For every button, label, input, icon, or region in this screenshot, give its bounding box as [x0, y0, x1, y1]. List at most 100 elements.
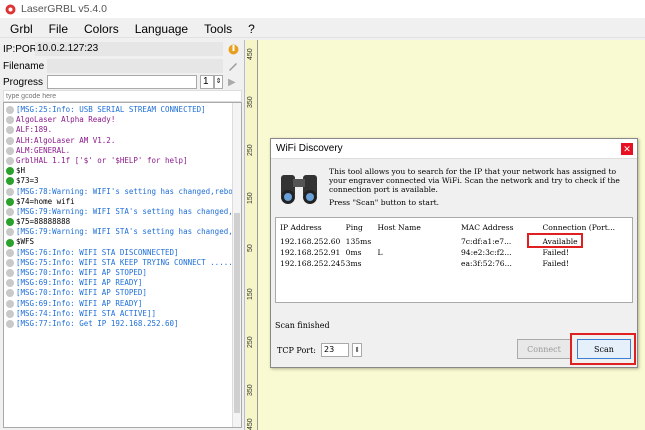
tcp-port-stepper[interactable]: ⇕ [352, 343, 362, 357]
message-icon [6, 309, 14, 318]
console-line-text: [MSG:69:Info: WIFI AP READY] [16, 298, 143, 308]
console-line: $75=88888888 [4, 217, 241, 227]
open-file-icon[interactable] [227, 60, 239, 72]
console-line-text: GrblHAL 1.1f ['$' or '$HELP' for help] [16, 155, 188, 165]
menu-tools[interactable]: Tools [204, 22, 232, 36]
connect-button[interactable]: Connect [517, 339, 571, 359]
console-log: [MSG:25:Info: USB SERIAL STREAM CONNECTE… [3, 102, 242, 428]
scrollbar-thumb[interactable] [234, 213, 240, 413]
header-ip[interactable]: IP Address [276, 222, 346, 233]
progress-bar [47, 75, 197, 89]
console-line-text: ALH:AlgoLaser AM V1.2. [16, 135, 116, 145]
menu-help[interactable]: ? [248, 22, 255, 36]
cell-ip: 192.168.252.91 [280, 248, 341, 257]
copies-input[interactable]: 1 [200, 75, 214, 89]
port-label: IP:PORT [3, 43, 43, 55]
console-line-text: [MSG:69:Info: WIFI AP READY] [16, 278, 143, 288]
console-line-text: [MSG:77:Info: Get IP 192.168.252.60] [16, 318, 179, 328]
message-icon [6, 187, 14, 196]
header-connection[interactable]: Connection (Port... [543, 222, 632, 233]
console-line: $H [4, 166, 241, 176]
scan-status: Scan finished [275, 321, 330, 330]
ruler-tick: 250 [247, 336, 254, 348]
gcode-row [3, 90, 242, 102]
gcode-input[interactable] [3, 90, 242, 102]
message-icon [6, 136, 14, 145]
copies-stepper[interactable]: ⇕ [214, 75, 223, 89]
header-host[interactable]: Host Name [377, 222, 461, 233]
message-icon [6, 320, 14, 329]
window-title: LaserGRBL v5.4.0 [21, 3, 107, 15]
vertical-ruler: 450 350 250 150 50 150 250 350 450 [246, 40, 258, 430]
console-line-text: [MSG:79:Warning: WIFI STA's setting has … [16, 227, 242, 237]
tcp-port-row: TCP Port: 23 ⇕ [277, 343, 362, 357]
console-line: $73=3 [4, 176, 241, 186]
table-row[interactable]: 192.168.252.245 3ms ea:3f:52:76... Faile… [276, 258, 632, 269]
header-ping[interactable]: Ping [346, 222, 378, 233]
connect-icon[interactable] [227, 43, 240, 56]
menu-file[interactable]: File [49, 22, 68, 36]
check-icon [6, 167, 14, 176]
console-line: $WFS [4, 237, 241, 247]
menu-bar: Grbl File Colors Language Tools ? [0, 20, 645, 38]
console-line: GrblHAL 1.1f ['$' or '$HELP' for help] [4, 156, 241, 166]
run-icon[interactable]: ▶ [228, 77, 236, 88]
message-icon [6, 116, 14, 125]
console-line: ALM:GENERAL. [4, 146, 241, 156]
menu-colors[interactable]: Colors [84, 22, 119, 36]
cell-ping: 3ms [345, 259, 362, 268]
console-line-text: ALF:189. [16, 125, 53, 135]
console-scrollbar[interactable] [232, 103, 241, 427]
ruler-tick: 250 [247, 144, 254, 156]
message-icon [6, 289, 14, 298]
laser-app-icon [5, 4, 16, 14]
close-icon[interactable]: ✕ [621, 143, 633, 155]
header-mac[interactable]: MAC Address [461, 222, 543, 233]
menu-grbl[interactable]: Grbl [10, 22, 33, 36]
console-line: [MSG:70:Info: WIFI AP STOPED] [4, 268, 241, 278]
check-icon [6, 197, 14, 206]
message-icon [6, 126, 14, 135]
tcp-port-input[interactable]: 23 [321, 343, 349, 357]
console-line: [MSG:79:Warning: WIFI STA's setting has … [4, 207, 241, 217]
ruler-tick: 50 [247, 244, 254, 252]
description-hint: Press "Scan" button to start. [329, 198, 440, 207]
filename-row: Filename [3, 59, 242, 73]
console-line-text: [MSG:74:Info: WIFI STA ACTIVE]] [16, 308, 156, 318]
description-text: This tool allows you to search for the I… [329, 167, 620, 194]
cell-ip: 192.168.252.60 [280, 237, 341, 246]
console-line: ALH:AlgoLaser AM V1.2. [4, 136, 241, 146]
dialog-description: This tool allows you to search for the I… [329, 167, 634, 207]
cell-host [377, 236, 461, 247]
console-line-text: [MSG:75:Info: WIFI STA KEEP TRYING CONNE… [16, 257, 242, 267]
window-titlebar: LaserGRBL v5.4.0 [0, 0, 645, 18]
console-line: [MSG:69:Info: WIFI AP READY] [4, 278, 241, 288]
cell-connection: Failed! [542, 248, 570, 257]
cell-mac: ea:3f:52:76... [460, 259, 512, 268]
message-icon [6, 279, 14, 288]
menu-language[interactable]: Language [135, 22, 188, 36]
results-table: IP Address Ping Host Name MAC Address Co… [275, 217, 633, 303]
port-row: IP:PORT 10.0.2.127:23 [3, 42, 242, 56]
ruler-tick: 350 [247, 96, 254, 108]
tcp-port-label: TCP Port: [277, 345, 316, 355]
table-row[interactable]: 192.168.252.91 0ms L 94:e2:3c:f2... Fail… [276, 247, 632, 258]
dialog-titlebar: WiFi Discovery ✕ [271, 139, 637, 159]
console-line-text: ALM:GENERAL. [16, 145, 71, 155]
ruler-tick: 450 [247, 48, 254, 60]
console-line-text: [MSG:25:Info: USB SERIAL STREAM CONNECTE… [16, 105, 206, 114]
console-line-text: AlgoLaser Alpha Ready! [16, 115, 116, 125]
filename-input[interactable] [47, 59, 223, 73]
check-icon [6, 177, 14, 186]
console-line-text: [MSG:70:Info: WIFI AP STOPED] [16, 268, 147, 277]
console-line: [MSG:75:Info: WIFI STA KEEP TRYING CONNE… [4, 258, 241, 268]
message-icon [6, 258, 14, 267]
console-line: [MSG:79:Warning: WIFI STA's setting has … [4, 227, 241, 237]
console-line: [MSG:69:Info: WIFI AP READY] [4, 299, 241, 309]
port-input[interactable]: 10.0.2.127:23 [35, 42, 223, 56]
cell-host: L [377, 248, 383, 257]
ruler-tick: 150 [247, 192, 254, 204]
ruler-tick: 150 [247, 288, 254, 300]
console-line: [MSG:76:Info: WIFI STA DISCONNECTED] [4, 248, 241, 258]
message-icon [6, 299, 14, 308]
